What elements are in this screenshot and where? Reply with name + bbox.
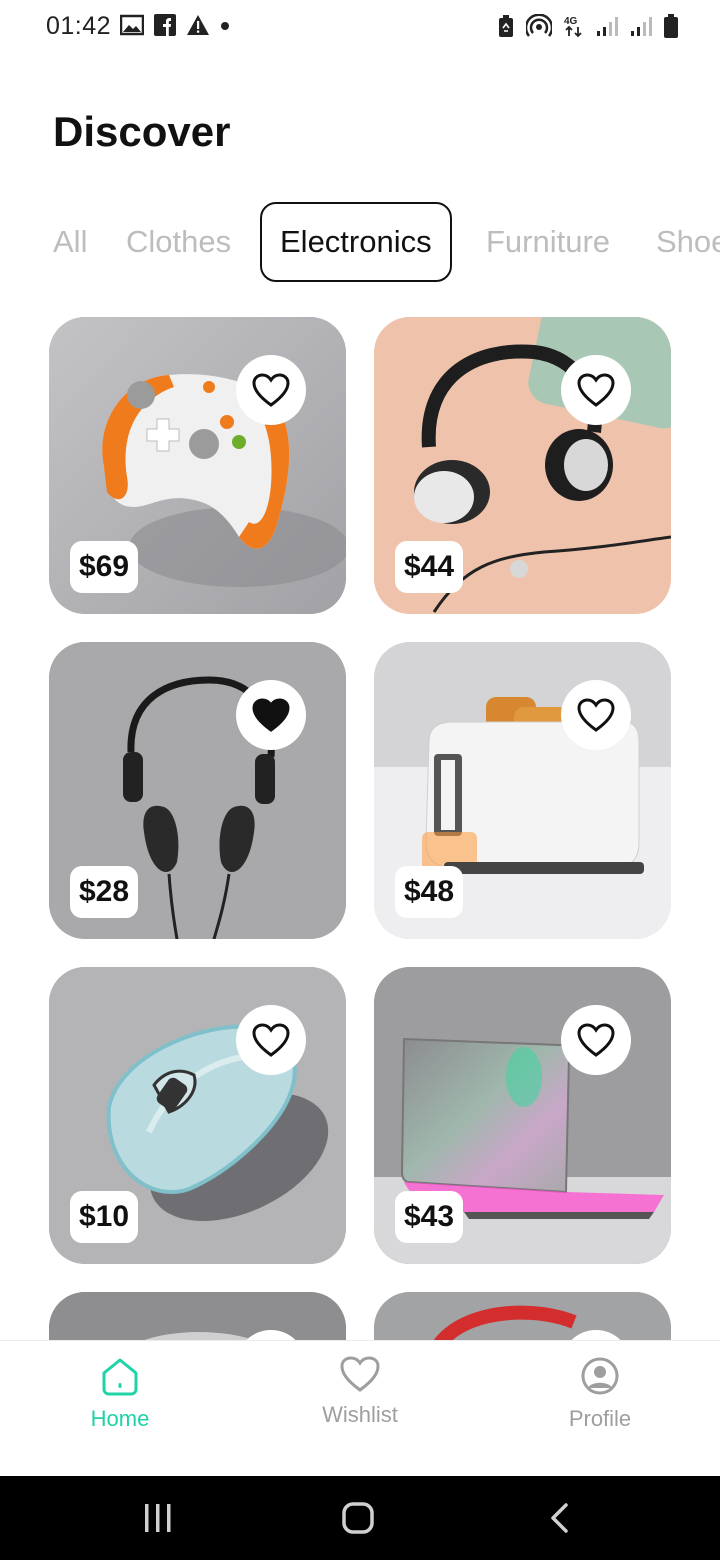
- product-card[interactable]: [49, 1292, 346, 1341]
- system-nav-bar: [0, 1476, 720, 1560]
- heart-filled-icon: [252, 698, 290, 732]
- status-time: 01:42: [46, 12, 112, 40]
- signal-icon: [631, 17, 652, 36]
- nav-wishlist[interactable]: Wishlist: [280, 1355, 440, 1428]
- product-card[interactable]: $44: [374, 317, 671, 614]
- profile-icon: [581, 1357, 619, 1395]
- tab-furniture[interactable]: Furniture: [486, 202, 610, 282]
- page-title: Discover: [53, 108, 231, 155]
- product-card[interactable]: $43: [374, 967, 671, 1264]
- price-badge: $28: [70, 866, 139, 918]
- product-card[interactable]: [374, 1292, 671, 1341]
- nav-home[interactable]: Home: [40, 1355, 200, 1432]
- product-image: [374, 1292, 671, 1341]
- favorite-button[interactable]: [236, 680, 306, 750]
- tab-all[interactable]: All: [53, 202, 87, 282]
- warning-icon: [187, 15, 209, 35]
- heart-outline-icon: [577, 698, 615, 732]
- svg-text:4G: 4G: [564, 16, 578, 27]
- heart-outline-icon: [252, 1023, 290, 1057]
- recent-apps-icon[interactable]: [143, 1502, 173, 1534]
- 4g-icon: 4G: [564, 16, 582, 38]
- nav-profile-label: Profile: [568, 1406, 632, 1431]
- nav-wishlist-label: Wishlist: [322, 1402, 398, 1427]
- dot-icon: [221, 22, 229, 30]
- tab-electronics[interactable]: Electronics: [260, 202, 452, 282]
- bottom-nav: Home Wishlist Profile: [0, 1340, 720, 1477]
- hotspot-icon: [526, 14, 552, 37]
- home-icon: [102, 1358, 138, 1396]
- favorite-button[interactable]: [561, 1005, 631, 1075]
- heart-outline-icon: [577, 373, 615, 407]
- status-bar: 01:42 4G: [0, 0, 720, 56]
- category-tabs: All Clothes Electronics Furniture Shoes: [0, 202, 720, 286]
- home-button-icon[interactable]: [341, 1501, 375, 1535]
- product-card[interactable]: $48: [374, 642, 671, 939]
- gallery-icon: [120, 14, 144, 36]
- product-card[interactable]: $10: [49, 967, 346, 1264]
- heart-outline-icon: [577, 1023, 615, 1057]
- nav-profile[interactable]: Profile: [520, 1355, 680, 1432]
- favorite-button[interactable]: [561, 680, 631, 750]
- price-badge: $10: [70, 1191, 139, 1243]
- product-card[interactable]: $69: [49, 317, 346, 614]
- favorite-button[interactable]: [236, 1005, 306, 1075]
- tab-clothes[interactable]: Clothes: [126, 202, 231, 282]
- product-card[interactable]: $28: [49, 642, 346, 939]
- price-badge: $43: [395, 1191, 464, 1243]
- favorite-button[interactable]: [561, 355, 631, 425]
- heart-icon: [340, 1356, 380, 1392]
- product-image: [49, 1292, 346, 1341]
- signal-icon: [597, 17, 618, 36]
- price-badge: $44: [395, 541, 464, 593]
- product-grid: $69 $44 $28 $48 $10 $43: [0, 317, 720, 1341]
- tab-shoes[interactable]: Shoes: [656, 202, 720, 282]
- battery-icon: [664, 14, 678, 38]
- price-badge: $48: [395, 866, 464, 918]
- nav-home-label: Home: [90, 1406, 150, 1431]
- back-icon[interactable]: [548, 1502, 570, 1534]
- favorite-button[interactable]: [236, 355, 306, 425]
- battery-saver-icon: [499, 15, 513, 37]
- facebook-icon: [154, 14, 176, 36]
- heart-outline-icon: [252, 373, 290, 407]
- price-badge: $69: [70, 541, 139, 593]
